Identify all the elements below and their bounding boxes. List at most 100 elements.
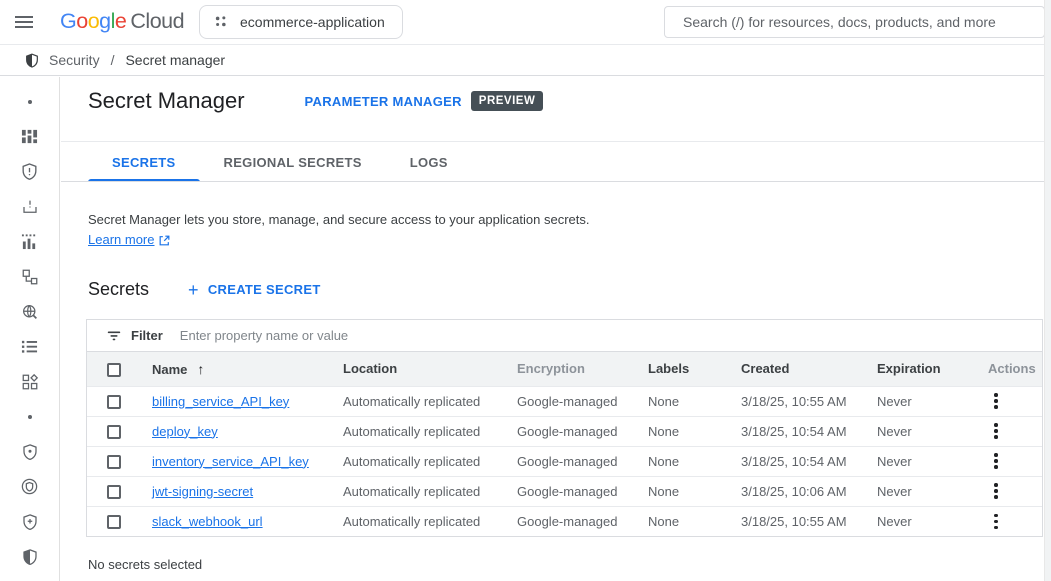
menu-icon[interactable] [14,11,38,33]
tab-logs[interactable]: LOGS [386,142,472,182]
column-header-name[interactable]: Name↑ [142,352,333,386]
row-actions-kebab-icon[interactable] [988,419,1004,443]
row-checkbox[interactable] [107,425,121,439]
logo-letter: e [115,9,126,33]
encryption-cell: Google-managed [507,476,638,506]
row-checkbox[interactable] [107,395,121,409]
shield-alert-icon[interactable] [2,154,58,189]
filter-label: Filter [131,328,163,343]
globe-search-icon[interactable] [2,294,58,329]
column-header-actions: Actions [976,352,1042,386]
column-header-created[interactable]: Created [731,352,867,386]
logo-letter: g [99,9,110,33]
row-checkbox[interactable] [107,485,121,499]
search-input[interactable] [665,7,1044,37]
row-actions-kebab-icon[interactable] [988,510,1004,534]
expiration-cell: Never [867,476,976,506]
secret-name-link[interactable]: inventory_service_API_key [152,454,309,469]
external-link-icon [158,234,171,247]
location-cell: Automatically replicated [333,476,507,506]
secrets-heading: Secrets [88,279,149,300]
shield-dot-icon[interactable] [2,434,58,469]
labels-cell: None [638,476,731,506]
tab-secrets[interactable]: SECRETS [88,142,200,182]
select-all-checkbox[interactable] [107,363,121,377]
filter-icon [106,328,122,344]
page-title: Secret Manager [88,88,245,114]
list-icon[interactable] [2,329,58,364]
tab-bar: SECRETS REGIONAL SECRETS LOGS [88,142,472,182]
labels-cell: None [638,506,731,536]
top-bar: GoogleCloud ecommerce-application [0,0,1051,45]
left-nav-rail [0,77,60,581]
secret-name-link[interactable]: billing_service_API_key [152,394,289,409]
column-header-expiration[interactable]: Expiration [867,352,976,386]
breadcrumb-separator: / [111,52,115,68]
google-cloud-logo: GoogleCloud [60,9,184,34]
dashboard-icon[interactable] [2,119,58,154]
row-actions-kebab-icon[interactable] [988,479,1004,503]
expiration-cell: Never [867,506,976,536]
table-row: billing_service_API_key Automatically re… [87,386,1042,416]
preview-badge: PREVIEW [471,91,544,111]
filter-input[interactable] [180,328,1042,343]
tab-regional-secrets[interactable]: REGIONAL SECRETS [200,142,386,182]
table-header-row: Name↑ Location Encryption Labels Created… [87,352,1042,386]
secrets-table-card: Filter Name↑ Location Encryption Labels … [86,319,1043,537]
nav-dot-icon[interactable] [2,399,58,434]
row-actions-kebab-icon[interactable] [988,449,1004,473]
secrets-section-header: Secrets + CREATE SECRET [88,276,329,303]
created-cell: 3/18/25, 10:54 AM [731,446,867,476]
labels-cell: None [638,386,731,416]
secret-name-link[interactable]: deploy_key [152,424,218,439]
column-header-encryption: Encryption [507,352,638,386]
row-checkbox[interactable] [107,455,121,469]
description-text: Secret Manager lets you store, manage, a… [88,210,589,250]
location-cell: Automatically replicated [333,386,507,416]
selection-status: No secrets selected [88,557,202,572]
inbox-alert-icon[interactable] [2,189,58,224]
nav-dot-icon[interactable] [2,84,58,119]
expiration-cell: Never [867,446,976,476]
scrollbar-track[interactable] [1044,0,1051,581]
row-checkbox[interactable] [107,515,121,529]
table-row: deploy_key Automatically replicated Goog… [87,416,1042,446]
shield-plus-icon[interactable] [2,504,58,539]
search-bar [664,6,1045,38]
secret-manager-page: GoogleCloud ecommerce-application Securi… [0,0,1051,581]
encryption-cell: Google-managed [507,416,638,446]
column-header-location[interactable]: Location [333,352,507,386]
compliance-circle-icon[interactable] [2,469,58,504]
breadcrumb-section[interactable]: Security [49,52,100,68]
learn-more-link[interactable]: Learn more [88,230,171,250]
apps-icon[interactable] [2,364,58,399]
security-shield-icon[interactable] [2,539,58,574]
created-cell: 3/18/25, 10:06 AM [731,476,867,506]
location-cell: Automatically replicated [333,416,507,446]
encryption-cell: Google-managed [507,506,638,536]
topology-icon[interactable] [2,259,58,294]
expiration-cell: Never [867,386,976,416]
sort-ascending-icon[interactable]: ↑ [197,361,204,377]
logo-cloud-text: Cloud [130,9,184,33]
row-actions-kebab-icon[interactable] [988,389,1004,413]
encryption-cell: Google-managed [507,386,638,416]
project-selector-button[interactable]: ecommerce-application [199,5,403,39]
filter-bar: Filter [87,320,1042,352]
parameter-manager-link[interactable]: PARAMETER MANAGER [305,94,462,109]
breadcrumb: Security / Secret manager [0,45,1051,76]
secret-name-link[interactable]: slack_webhook_url [152,514,263,529]
plus-icon: + [188,283,199,297]
project-name: ecommerce-application [240,14,385,30]
column-header-labels[interactable]: Labels [638,352,731,386]
create-secret-button[interactable]: + CREATE SECRET [180,276,329,303]
bar-chart-icon[interactable] [2,224,58,259]
secret-name-link[interactable]: jwt-signing-secret [152,484,253,499]
tab-bar-divider [61,181,1044,182]
expiration-cell: Never [867,416,976,446]
secrets-table: Name↑ Location Encryption Labels Created… [87,352,1042,536]
main-content: Secret Manager PARAMETER MANAGER PREVIEW… [61,77,1044,581]
logo-letter: o [88,9,99,33]
created-cell: 3/18/25, 10:55 AM [731,386,867,416]
page-header: Secret Manager PARAMETER MANAGER PREVIEW [88,88,543,114]
